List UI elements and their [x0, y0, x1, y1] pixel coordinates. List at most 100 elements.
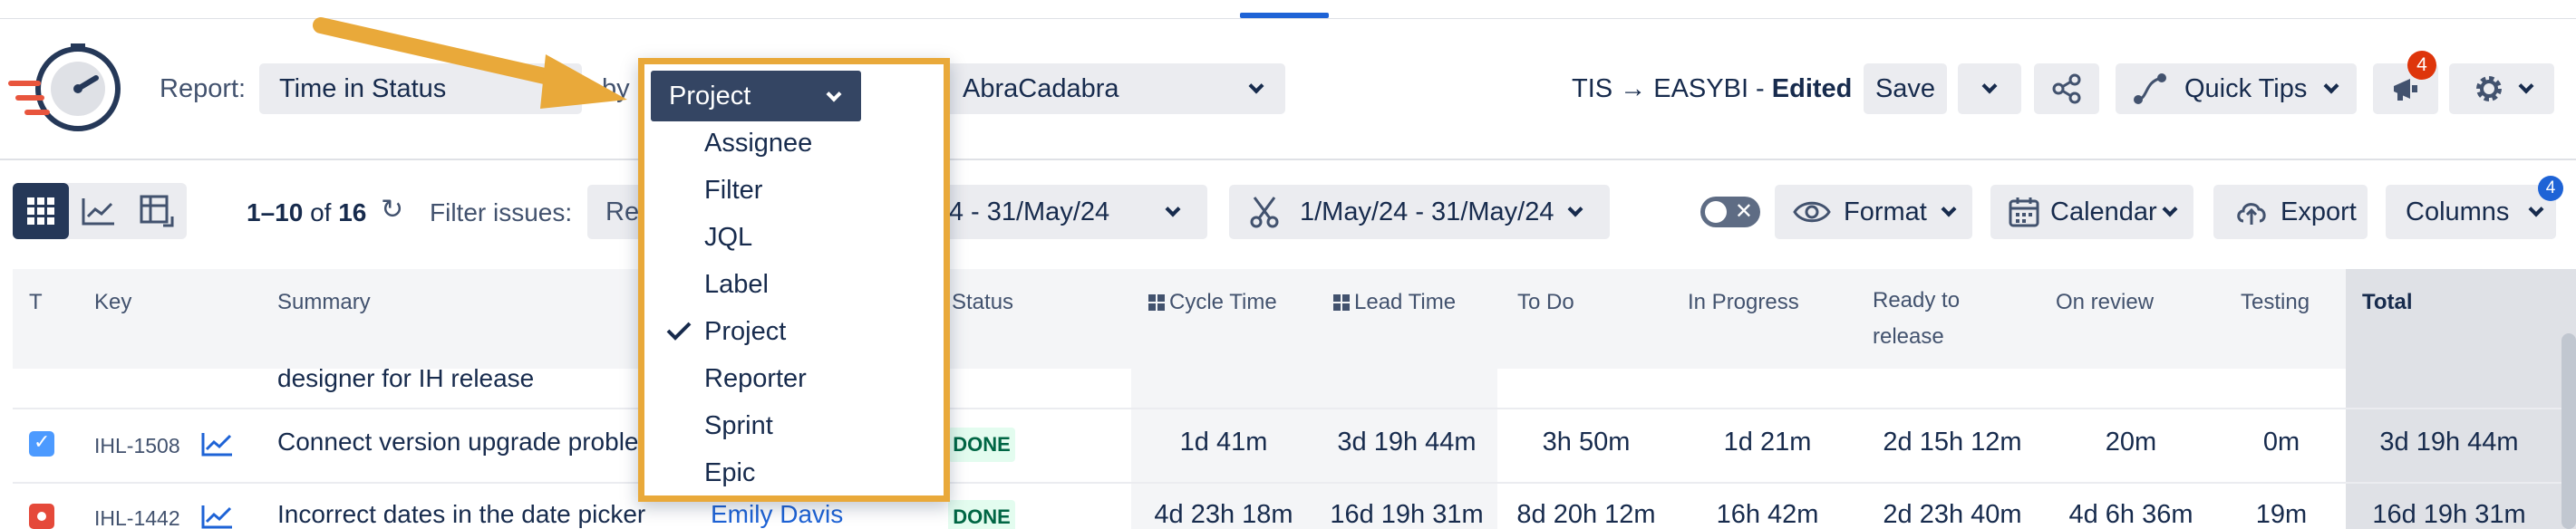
row-divider	[13, 408, 2576, 409]
chevron-down-icon	[826, 86, 842, 102]
trend-chart-icon[interactable]	[201, 504, 234, 529]
columns-button[interactable]: Columns	[2386, 185, 2556, 239]
toggle-switch[interactable]: ✕	[1700, 197, 1760, 227]
checkmark-icon: ✓	[34, 430, 51, 453]
group-by-select[interactable]: Project	[651, 71, 861, 121]
report-title-status: Edited	[1771, 74, 1853, 103]
issue-key-link[interactable]: IHL-1508	[94, 434, 180, 458]
date-range-picker-2[interactable]: 1/May/24 - 31/May/24	[1229, 185, 1610, 239]
dropdown-option-reporter[interactable]: Reporter	[704, 364, 807, 394]
assignee-link[interactable]: Emily Davis	[711, 500, 843, 529]
share-button[interactable]	[2034, 63, 2099, 114]
chevron-down-icon	[2528, 201, 2544, 217]
in-progress-cell: 1d 21m	[1723, 428, 1812, 457]
todo-cell: 3h 50m	[1542, 428, 1631, 457]
bug-dot	[37, 512, 46, 521]
cloud-upload-icon	[2237, 203, 2266, 225]
total-cell: 3d 19h 44m	[2379, 428, 2519, 457]
row-divider	[13, 482, 2576, 484]
dropdown-option-filter[interactable]: Filter	[704, 176, 762, 206]
trend-chart-icon[interactable]	[201, 431, 234, 461]
total-cell: 16d 19h 31m	[2372, 500, 2526, 529]
column-header-cycle-time[interactable]: Cycle Time	[1148, 290, 1277, 315]
dropdown-option-project[interactable]: Project	[704, 317, 786, 347]
lead-time-label: Lead Time	[1354, 290, 1457, 314]
column-header-summary[interactable]: Summary	[277, 290, 371, 315]
column-header-key[interactable]: Key	[94, 290, 131, 315]
chevron-down-icon	[1941, 201, 1957, 217]
export-button[interactable]: Export	[2213, 185, 2368, 239]
route-icon	[2134, 73, 2166, 104]
bug-type-icon	[29, 504, 54, 529]
columns-badge: 4	[2538, 176, 2563, 201]
column-header-in-progress[interactable]: In Progress	[1688, 290, 1799, 315]
issue-summary[interactable]: Connect version upgrade probler	[277, 428, 647, 457]
pagination-start: 1–10	[247, 198, 304, 226]
grid-small-icon	[1333, 294, 1350, 311]
settings-button[interactable]	[2449, 63, 2554, 114]
issue-summary[interactable]: Incorrect dates in the date picker	[277, 500, 645, 529]
vertical-scrollbar[interactable]	[2561, 333, 2576, 529]
date-range-2-value: 1/May/24 - 31/May/24	[1300, 197, 1554, 226]
grid-icon	[27, 197, 54, 225]
pivot-table-icon	[140, 195, 174, 227]
gear-icon	[2476, 76, 2502, 101]
lead-time-cell: 3d 19h 44m	[1337, 428, 1477, 457]
calendar-button[interactable]: Calendar	[1990, 185, 2193, 239]
column-header-ready-to-release[interactable]: Ready to release	[1873, 283, 1960, 355]
status-badge: DONE	[948, 500, 1015, 529]
chevron-down-icon	[1567, 201, 1583, 217]
partial-row-summary[interactable]: designer for IH release	[277, 364, 534, 393]
chevron-down-icon	[1248, 78, 1264, 94]
report-title-prefix: TIS → EASYBI -	[1572, 74, 1772, 103]
pivot-view-button[interactable]	[129, 183, 185, 239]
annotation-arrow	[308, 13, 634, 117]
save-button[interactable]: Save	[1864, 63, 1947, 114]
chevron-down-icon	[1165, 201, 1181, 217]
close-icon: ✕	[1734, 199, 1753, 224]
grid-small-icon	[1148, 294, 1165, 311]
dropdown-option-epic[interactable]: Epic	[704, 458, 755, 488]
notification-badge: 4	[2407, 51, 2436, 80]
toggle-knob	[1705, 201, 1727, 223]
report-title: TIS → EASYBI - Edited	[1572, 74, 1852, 104]
dropdown-option-label[interactable]: Label	[704, 270, 769, 300]
pagination-of: of	[303, 198, 339, 226]
in-progress-cell: 16h 42m	[1716, 500, 1819, 529]
column-header-lead-time[interactable]: Lead Time	[1332, 290, 1456, 315]
share-icon	[2052, 73, 2081, 104]
refresh-icon[interactable]: ↻	[381, 194, 403, 226]
column-header-testing[interactable]: Testing	[2241, 290, 2310, 315]
grid-view-button[interactable]	[13, 183, 69, 239]
dropdown-option-sprint[interactable]: Sprint	[704, 411, 773, 441]
header-divider	[0, 159, 2576, 160]
checkmark-icon	[666, 321, 692, 345]
status-badge: DONE	[948, 428, 1015, 462]
column-header-todo[interactable]: To Do	[1517, 290, 1574, 315]
chart-view-button[interactable]	[71, 183, 127, 239]
columns-label: Columns	[2406, 197, 2510, 226]
quick-tips-label: Quick Tips	[2184, 73, 2308, 103]
cycle-time-cell: 1d 41m	[1179, 428, 1268, 457]
app-logo	[7, 42, 129, 139]
quick-tips-button[interactable]: Quick Tips	[2116, 63, 2357, 114]
dropdown-option-assignee[interactable]: Assignee	[704, 129, 812, 159]
active-tab-indicator	[1240, 13, 1329, 18]
calendar-label: Calendar	[2050, 197, 2157, 226]
ready-cell: 2d 15h 12m	[1883, 428, 2022, 457]
project-select-value: AbraCadabra	[963, 73, 1119, 103]
chevron-down-icon	[2162, 201, 2178, 217]
format-button[interactable]: Format	[1775, 185, 1972, 239]
filter-issues-label: Filter issues:	[430, 198, 573, 226]
column-header-type[interactable]: T	[29, 290, 43, 315]
issue-key-link[interactable]: IHL-1442	[94, 506, 180, 529]
save-options-button[interactable]	[1958, 63, 2021, 114]
review-cell: 4d 6h 36m	[2068, 500, 2193, 529]
lead-time-cell: 16d 19h 31m	[1330, 500, 1484, 529]
ready-label-line1: Ready to	[1873, 288, 1961, 313]
chevron-down-icon	[2323, 78, 2339, 94]
column-header-on-review[interactable]: On review	[2056, 290, 2154, 315]
column-header-status[interactable]: Status	[952, 290, 1013, 315]
column-header-total[interactable]: Total	[2362, 290, 2413, 315]
dropdown-option-jql[interactable]: JQL	[704, 223, 752, 253]
